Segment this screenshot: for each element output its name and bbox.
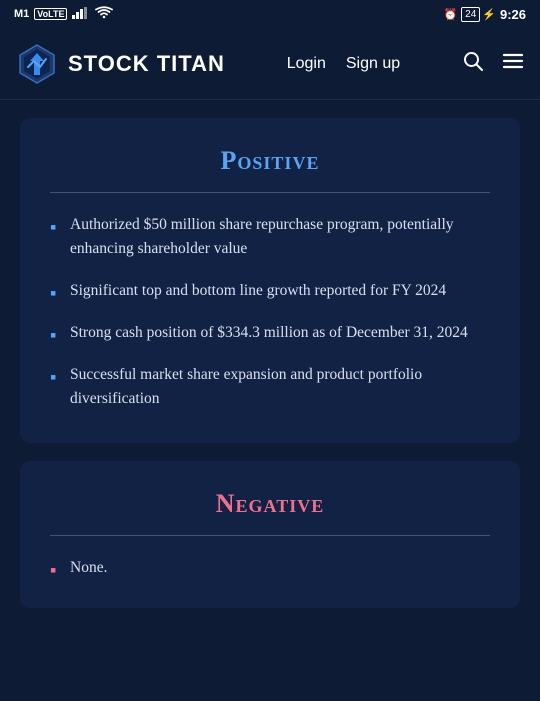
signup-link[interactable]: Sign up	[346, 55, 400, 73]
nav-icons	[462, 50, 524, 78]
list-item: Successful market share expansion and pr…	[50, 363, 490, 411]
charging-icon: ⚡	[482, 8, 496, 21]
alarm-icon: ⏰	[443, 8, 457, 21]
positive-list: Authorized $50 million share repurchase …	[50, 213, 490, 411]
time-display: 9:26	[500, 7, 526, 22]
list-item: Authorized $50 million share repurchase …	[50, 213, 490, 261]
login-link[interactable]: Login	[287, 55, 326, 73]
status-bar: M1 VoLTE ⏰ 24 ⚡ 9:26	[0, 0, 540, 28]
negative-title-text: Negative	[216, 489, 324, 518]
positive-title-text: Positive	[221, 146, 320, 175]
negative-list: None.	[50, 556, 490, 580]
carrier-label: M1	[14, 8, 29, 20]
list-item: Strong cash position of $334.3 million a…	[50, 321, 490, 345]
negative-card-title: Negative	[50, 489, 490, 519]
status-left: M1 VoLTE	[14, 6, 113, 23]
menu-icon[interactable]	[502, 50, 524, 78]
signal-icon	[72, 6, 90, 22]
list-item: Significant top and bottom line growth r…	[50, 279, 490, 303]
positive-card: Positive Authorized $50 million share re…	[20, 118, 520, 443]
wifi-icon	[95, 6, 113, 23]
brand-icon	[16, 43, 58, 85]
brand-logo-group[interactable]: STOCK TITAN	[16, 43, 225, 85]
negative-divider	[50, 535, 490, 536]
negative-card: Negative None.	[20, 461, 520, 608]
battery-indicator: 24 ⚡	[461, 7, 496, 22]
nav-links: Login Sign up	[287, 55, 400, 73]
volte-badge: VoLTE	[34, 8, 67, 20]
list-item: None.	[50, 556, 490, 580]
battery-level: 24	[461, 7, 480, 22]
main-content: Positive Authorized $50 million share re…	[0, 100, 540, 646]
positive-divider	[50, 192, 490, 193]
status-right: ⏰ 24 ⚡ 9:26	[443, 7, 526, 22]
navbar: STOCK TITAN Login Sign up	[0, 28, 540, 100]
brand-name-text: STOCK TITAN	[68, 51, 225, 77]
positive-card-title: Positive	[50, 146, 490, 176]
search-icon[interactable]	[462, 50, 484, 78]
